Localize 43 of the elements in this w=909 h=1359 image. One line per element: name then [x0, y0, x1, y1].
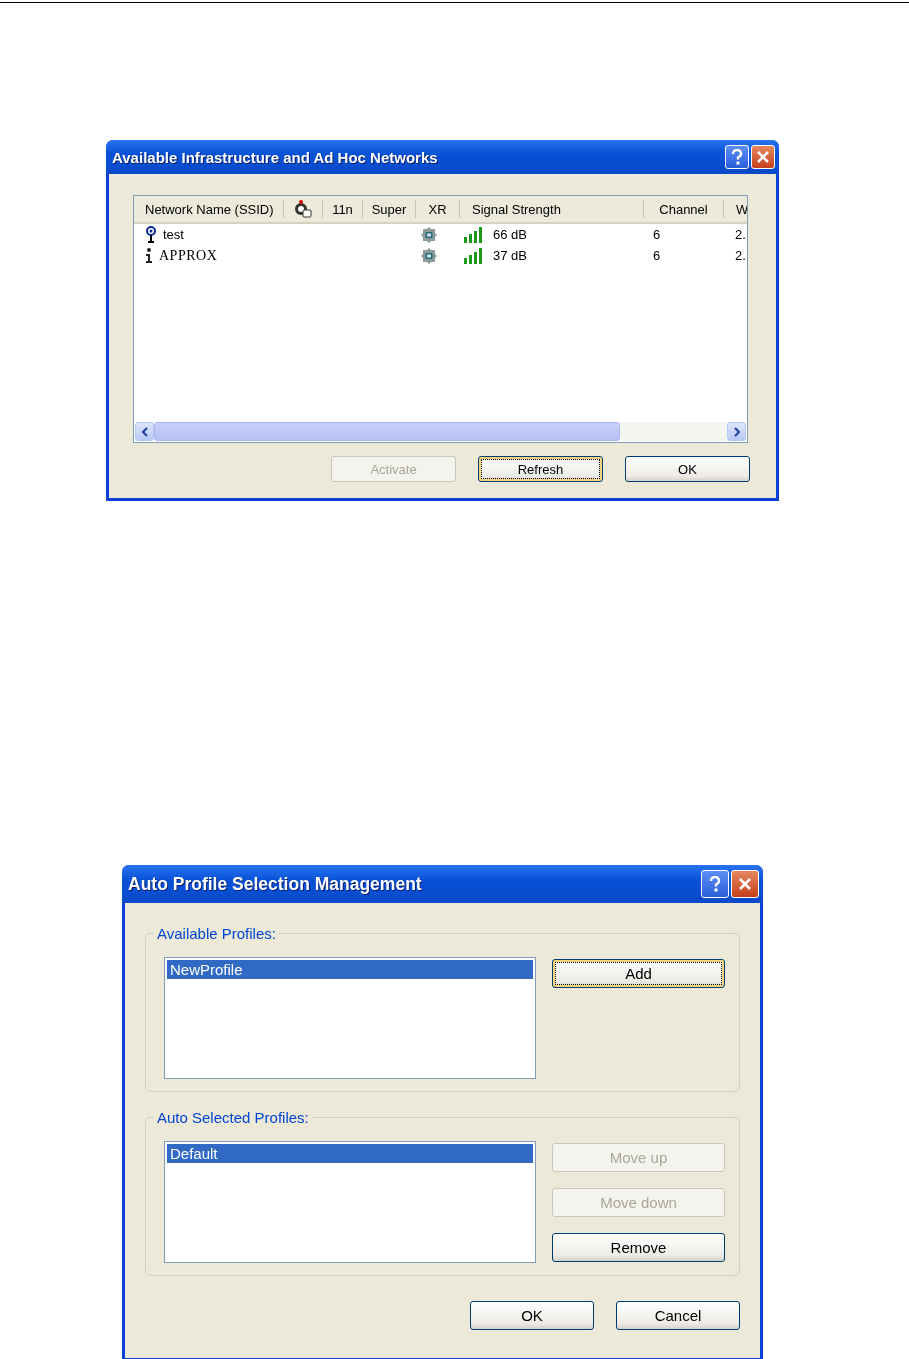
- scrollbar-thumb[interactable]: [154, 422, 620, 441]
- help-icon: [730, 149, 744, 165]
- dialog-button[interactable]: OK: [625, 456, 750, 482]
- network-name: APPROX: [159, 247, 218, 264]
- dialog-button[interactable]: OK: [470, 1301, 594, 1330]
- close-button[interactable]: [751, 145, 775, 169]
- column-header[interactable]: XR: [416, 200, 460, 218]
- scroll-left-button[interactable]: [135, 422, 154, 441]
- table-cell: 2.: [735, 248, 746, 263]
- close-icon: [756, 150, 770, 164]
- group-label: Available Profiles:: [154, 925, 279, 942]
- column-header[interactable]: Channel: [644, 200, 724, 218]
- channel-cell: 6: [653, 227, 661, 242]
- column-header[interactable]: Super: [363, 200, 416, 218]
- close-icon: [738, 877, 752, 891]
- chevron-right-icon: [732, 426, 741, 437]
- window-title: Available Infrastructure and Ad Hoc Networks: [112, 148, 438, 166]
- channel-cell: 6: [653, 248, 661, 263]
- column-header[interactable]: 11n: [323, 200, 363, 218]
- dialog-button[interactable]: Refresh: [478, 456, 603, 482]
- dialog-button[interactable]: Add: [552, 959, 725, 988]
- info-icon: [145, 248, 153, 263]
- help-icon: [708, 876, 722, 892]
- antenna-icon: [145, 226, 157, 243]
- close-button[interactable]: [731, 870, 759, 898]
- signal-reading: 66 dB: [493, 227, 527, 242]
- column-header[interactable]: Signal Strength: [460, 200, 644, 218]
- chevron-left-icon: [140, 426, 149, 437]
- list-item[interactable]: NewProfile: [167, 960, 533, 979]
- group-label: Auto Selected Profiles:: [154, 1109, 312, 1126]
- column-header[interactable]: Network Name (SSID): [134, 200, 284, 218]
- network-name: test: [163, 227, 184, 242]
- window-title: Auto Profile Selection Management: [128, 873, 422, 895]
- dialog-button[interactable]: Cancel: [616, 1301, 740, 1330]
- dialog-button[interactable]: Remove: [552, 1233, 725, 1262]
- signal-reading: 37 dB: [493, 248, 527, 263]
- scroll-right-button[interactable]: [727, 422, 746, 441]
- signal-strength-icon: [463, 246, 483, 265]
- table-cell: 2.: [735, 227, 746, 242]
- signal-strength-icon: [463, 225, 483, 244]
- list-item[interactable]: Default: [167, 1144, 533, 1163]
- help-button[interactable]: [725, 145, 749, 169]
- help-button[interactable]: [701, 870, 729, 898]
